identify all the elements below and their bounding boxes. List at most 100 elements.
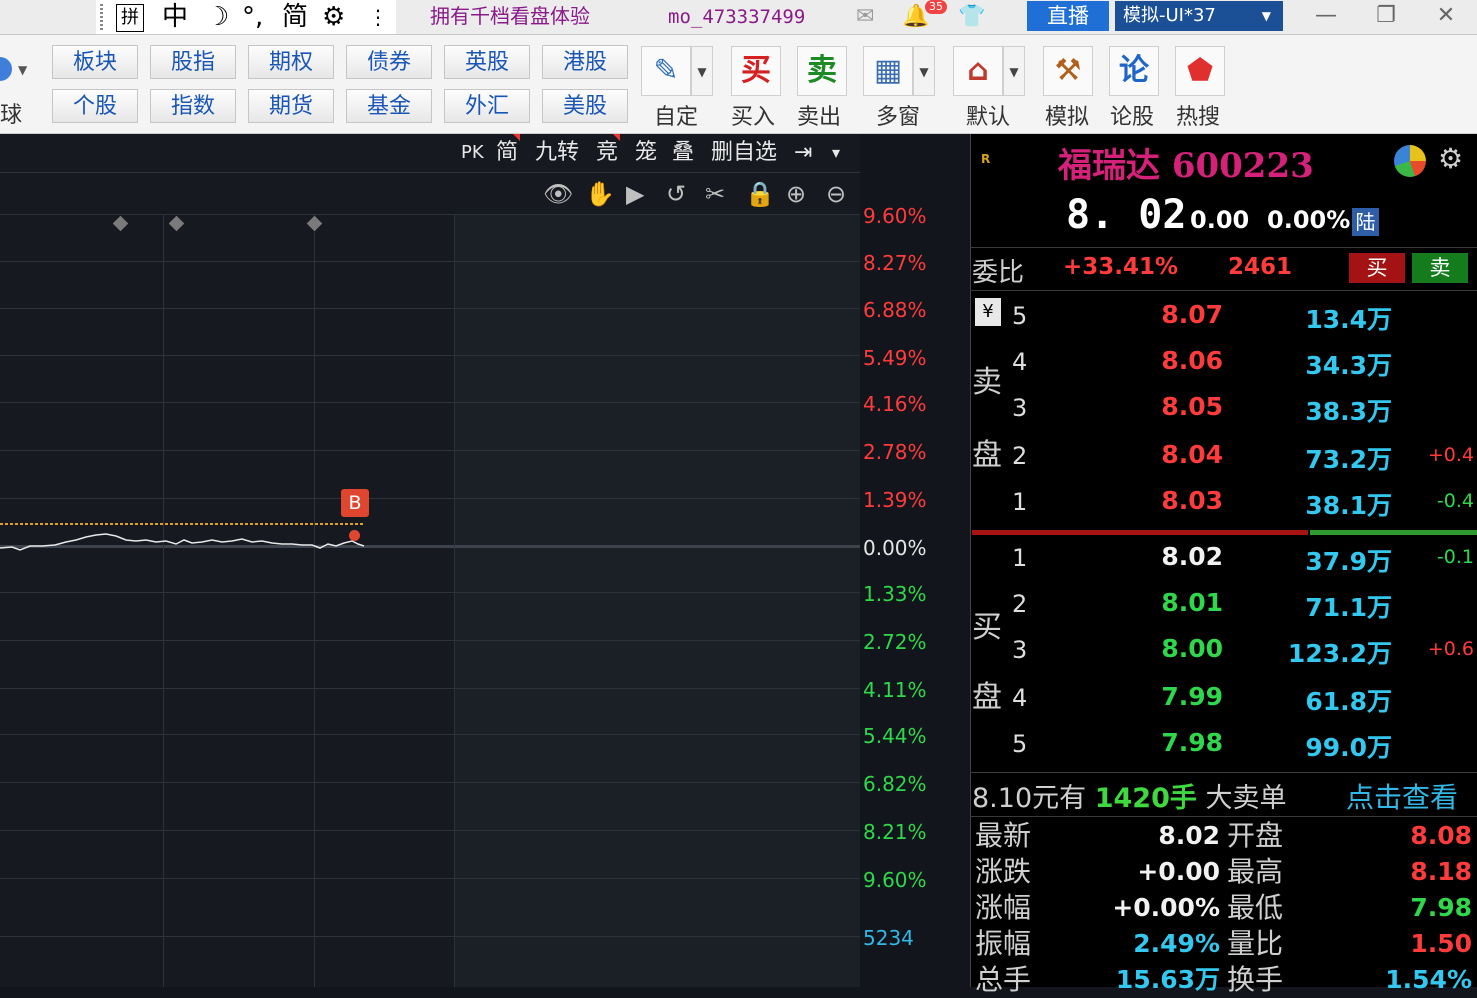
volume-axis-label: 5234: [863, 926, 914, 950]
ime-punctuation-icon[interactable]: °,: [242, 1, 263, 33]
buy-label: 买入: [731, 105, 776, 130]
account-label: 模拟-UI*37: [1123, 5, 1216, 26]
ask-price: 8.06: [1161, 346, 1223, 375]
ask-row[interactable]: 5 8.07 13.4万: [970, 296, 1477, 342]
axis-label-up: 5.49%: [863, 346, 927, 370]
default-layout-button[interactable]: ⌂: [953, 46, 1003, 96]
quick-sell-button[interactable]: 卖: [1412, 253, 1468, 283]
zoom-in-icon[interactable]: ⊕: [786, 180, 806, 208]
bid-row[interactable]: 2 8.01 71.1万: [970, 584, 1477, 630]
chart-menu-dropdown-icon[interactable]: ▾: [832, 134, 840, 172]
cage-button[interactable]: 笼: [635, 134, 657, 172]
market-tab-options[interactable]: 期权: [248, 45, 334, 79]
buy-signal-marker[interactable]: B: [341, 489, 369, 517]
scissors-icon[interactable]: ✂: [705, 180, 725, 208]
default-layout-dropdown[interactable]: ▼: [1003, 46, 1025, 96]
ime-settings-gear-icon[interactable]: ⚙: [322, 1, 345, 33]
restore-icon[interactable]: ❐: [1366, 2, 1406, 30]
market-tab-sector[interactable]: 板块: [52, 45, 138, 79]
simulate-button[interactable]: ⚒: [1043, 46, 1093, 96]
ime-simplified-icon[interactable]: 简: [282, 1, 308, 33]
stat-label: 涨跌: [975, 855, 1032, 888]
global-market-label[interactable]: 球: [0, 97, 22, 129]
forum-button[interactable]: 论: [1109, 46, 1159, 96]
buy-signal-dot: [349, 530, 360, 541]
axis-label-up: 8.27%: [863, 251, 927, 275]
globe-icon[interactable]: [0, 57, 12, 81]
hot-search-button[interactable]: ⬟: [1175, 46, 1225, 96]
stat-label: 涨幅: [975, 891, 1032, 924]
customize-dropdown[interactable]: ▼: [691, 46, 713, 96]
user-id[interactable]: mo_473337499: [668, 4, 805, 30]
gear-icon[interactable]: ⚙: [1438, 142, 1463, 175]
ask-row[interactable]: 4 8.06 34.3万: [970, 342, 1477, 388]
view-details-link[interactable]: 点击查看: [1346, 776, 1458, 816]
ask-row[interactable]: 1 8.03 38.1万 -0.4: [970, 482, 1477, 528]
market-tab-bonds[interactable]: 债券: [346, 45, 432, 79]
ime-drag-handle[interactable]: [100, 4, 103, 30]
nine-turn-button[interactable]: 九转: [535, 134, 579, 172]
ask-level: 4: [1012, 348, 1028, 376]
shirt-skin-icon[interactable]: 👕: [958, 4, 985, 30]
simple-mode-button[interactable]: 简: [496, 134, 521, 172]
bid-volume: 61.8万: [1305, 687, 1392, 716]
bid-volume: 99.0万: [1305, 733, 1392, 762]
customize-button[interactable]: ✎: [641, 46, 691, 96]
ime-halfwidth-moon-icon[interactable]: ☽: [206, 1, 229, 33]
market-tab-index[interactable]: 指数: [150, 89, 236, 123]
ask-row[interactable]: 2 8.04 73.2万 +0.4: [970, 436, 1477, 482]
ime-pinyin-icon[interactable]: 拼: [116, 4, 144, 32]
play-replay-icon[interactable]: ▶: [626, 180, 644, 208]
bid-level: 5: [1012, 730, 1028, 758]
close-icon[interactable]: ✕: [1426, 2, 1466, 30]
market-tab-uk-stocks[interactable]: 英股: [444, 45, 530, 79]
bid-row[interactable]: 1 8.02 37.9万 -0.1: [970, 538, 1477, 584]
mainland-market-badge[interactable]: 陆: [1352, 208, 1379, 236]
bid-level: 1: [1012, 544, 1028, 572]
bid-row[interactable]: 3 8.00 123.2万 +0.6: [970, 630, 1477, 676]
globe-dropdown-icon[interactable]: ▼: [18, 63, 27, 77]
bid-row[interactable]: 5 7.98 99.0万: [970, 724, 1477, 770]
pie-chart-icon[interactable]: [1394, 145, 1426, 177]
market-tab-stock-index[interactable]: 股指: [150, 45, 236, 79]
market-tab-funds[interactable]: 基金: [346, 89, 432, 123]
order-ratio-label: 委比: [972, 258, 1025, 288]
multi-window-button[interactable]: ▦: [863, 46, 913, 96]
stat-label: 最低: [1227, 891, 1284, 924]
market-tab-us-stocks[interactable]: 美股: [542, 89, 628, 123]
account-dropdown[interactable]: 模拟-UI*37 ▼: [1115, 1, 1283, 31]
market-tab-futures[interactable]: 期货: [248, 89, 334, 123]
promo-text[interactable]: 拥有千档看盘体验: [430, 2, 590, 30]
eye-icon[interactable]: 👁: [543, 180, 573, 208]
sell-button[interactable]: 卖: [797, 46, 847, 96]
market-tab-individual-stocks[interactable]: 个股: [52, 89, 138, 123]
remove-watchlist-button[interactable]: 删自选: [711, 134, 777, 172]
grid-line: [0, 450, 860, 451]
buy-button[interactable]: 买: [731, 46, 781, 96]
hand-drag-icon[interactable]: ✋: [585, 180, 615, 208]
lock-icon[interactable]: 🔒: [745, 180, 775, 208]
ime-chinese-mode-icon[interactable]: 中: [162, 1, 188, 33]
ime-more-icon[interactable]: ⋮: [368, 1, 388, 33]
pk-button[interactable]: PK: [461, 134, 484, 172]
axis-label-up: 6.88%: [863, 298, 927, 322]
mail-icon[interactable]: ✉: [856, 4, 874, 30]
axis-label-down: 1.33%: [863, 582, 927, 606]
market-tab-hk-stocks[interactable]: 港股: [542, 45, 628, 79]
market-tab-forex[interactable]: 外汇: [444, 89, 530, 123]
multi-window-dropdown[interactable]: ▼: [913, 46, 935, 96]
hot-search-label: 热搜: [1176, 105, 1221, 130]
ask-row[interactable]: 3 8.05 38.3万: [970, 388, 1477, 434]
quick-buy-button[interactable]: 买: [1349, 253, 1405, 283]
live-button[interactable]: 直播: [1027, 1, 1109, 31]
red-corner-marker: [513, 134, 521, 141]
zoom-out-icon[interactable]: ⊖: [826, 180, 846, 208]
minimize-icon[interactable]: —: [1306, 2, 1346, 30]
stock-name-code[interactable]: 福瑞达 600223: [1058, 138, 1314, 187]
bid-row[interactable]: 4 7.99 61.8万: [970, 678, 1477, 724]
expand-panel-icon[interactable]: ⇥: [794, 134, 812, 172]
stat-value: 7.98: [1410, 893, 1472, 922]
auction-button[interactable]: 竞: [596, 134, 621, 172]
overlay-button[interactable]: 叠: [672, 134, 694, 172]
undo-icon[interactable]: ↺: [666, 180, 686, 208]
